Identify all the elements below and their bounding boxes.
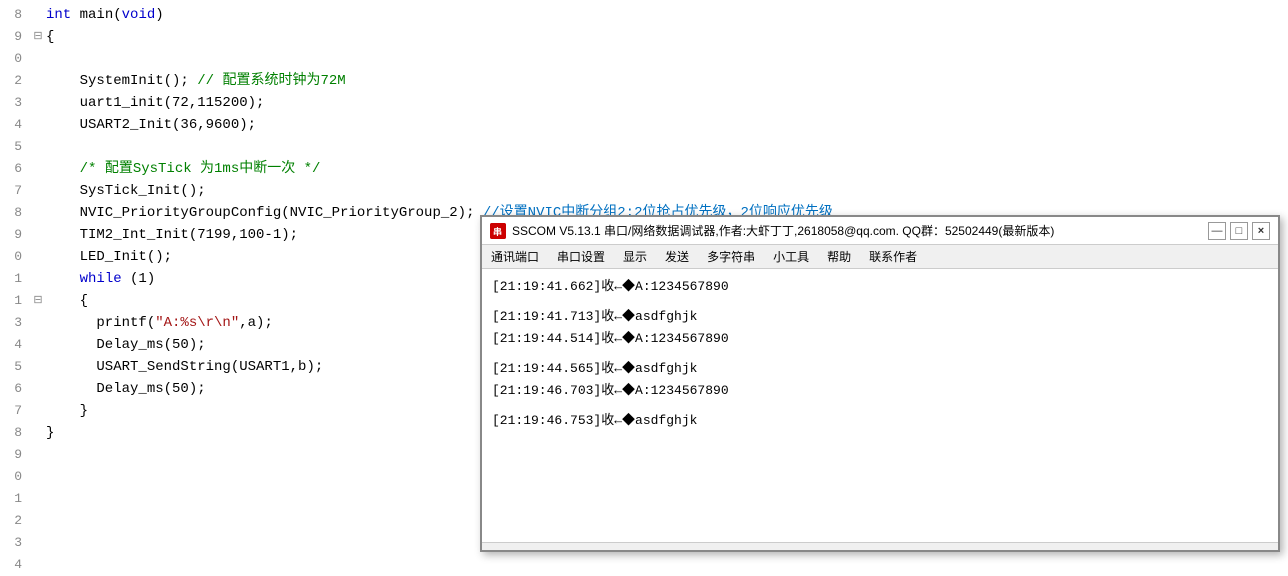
menu-comport[interactable]: 通讯端口	[488, 247, 542, 266]
terminal-line-4: [21:19:44.565]收←◆asdfghjk	[492, 359, 1268, 379]
sscom-terminal-content[interactable]: [21:19:41.662]收←◆A:1234567890 [21:19:41.…	[482, 269, 1278, 542]
menu-tools[interactable]: 小工具	[770, 247, 812, 266]
menu-multistr[interactable]: 多字符串	[704, 247, 758, 266]
maximize-button[interactable]: □	[1230, 222, 1248, 240]
sscom-title-buttons: — □ ×	[1208, 222, 1270, 240]
sscom-title-left: 串 SSCOM V5.13.1 串口/网络数据调试器,作者:大虾丁丁,26180…	[490, 222, 1054, 239]
code-line-8: 8 int main(void)	[0, 4, 1288, 26]
terminal-text-5: [21:19:46.703]收←◆A:1234567890	[492, 381, 729, 401]
sscom-window[interactable]: 串 SSCOM V5.13.1 串口/网络数据调试器,作者:大虾丁丁,26180…	[480, 215, 1280, 552]
code-line-blank6: 4	[0, 554, 1288, 576]
terminal-text-2: [21:19:41.713]收←◆asdfghjk	[492, 307, 697, 327]
menu-comset[interactable]: 串口设置	[554, 247, 608, 266]
menu-send[interactable]: 发送	[662, 247, 692, 266]
terminal-text-6: [21:19:46.753]收←◆asdfghjk	[492, 411, 697, 431]
code-line-5: 5	[0, 136, 1288, 158]
terminal-text-4: [21:19:44.565]收←◆asdfghjk	[492, 359, 697, 379]
code-line-3: 3 uart1_init(72,115200);	[0, 92, 1288, 114]
menu-contact[interactable]: 联系作者	[866, 247, 920, 266]
terminal-text-1: [21:19:41.662]收←◆A:1234567890	[492, 277, 729, 297]
terminal-line-5: [21:19:46.703]收←◆A:1234567890	[492, 381, 1268, 401]
svg-text:串: 串	[493, 226, 502, 237]
terminal-line-blank1	[492, 299, 1268, 305]
code-line-7a: 7 SysTick_Init();	[0, 180, 1288, 202]
terminal-line-blank2	[492, 351, 1268, 357]
menu-display[interactable]: 显示	[620, 247, 650, 266]
sscom-title-text: SSCOM V5.13.1 串口/网络数据调试器,作者:大虾丁丁,2618058…	[512, 222, 1054, 239]
code-line-9: 9 ⊟ {	[0, 26, 1288, 48]
code-line-6: 6 /* 配置SysTick 为1ms中断一次 */	[0, 158, 1288, 180]
sscom-menubar: 通讯端口 串口设置 显示 发送 多字符串 小工具 帮助 联系作者	[482, 245, 1278, 269]
close-button[interactable]: ×	[1252, 222, 1270, 240]
code-line-2: 2 SystemInit(); // 配置系统时钟为72M	[0, 70, 1288, 92]
menu-help[interactable]: 帮助	[824, 247, 854, 266]
minimize-button[interactable]: —	[1208, 222, 1226, 240]
sscom-titlebar: 串 SSCOM V5.13.1 串口/网络数据调试器,作者:大虾丁丁,26180…	[482, 217, 1278, 245]
terminal-text-3: [21:19:44.514]收←◆A:1234567890	[492, 329, 729, 349]
sscom-icon: 串	[490, 223, 506, 239]
terminal-line-blank3	[492, 403, 1268, 409]
terminal-line-6: [21:19:46.753]收←◆asdfghjk	[492, 411, 1268, 431]
terminal-line-1: [21:19:41.662]收←◆A:1234567890	[492, 277, 1268, 297]
sscom-bottom-bar	[482, 542, 1278, 550]
terminal-line-2: [21:19:41.713]收←◆asdfghjk	[492, 307, 1268, 327]
code-line-0: 0	[0, 48, 1288, 70]
code-line-4: 4 USART2_Init(36,9600);	[0, 114, 1288, 136]
terminal-line-3: [21:19:44.514]收←◆A:1234567890	[492, 329, 1268, 349]
